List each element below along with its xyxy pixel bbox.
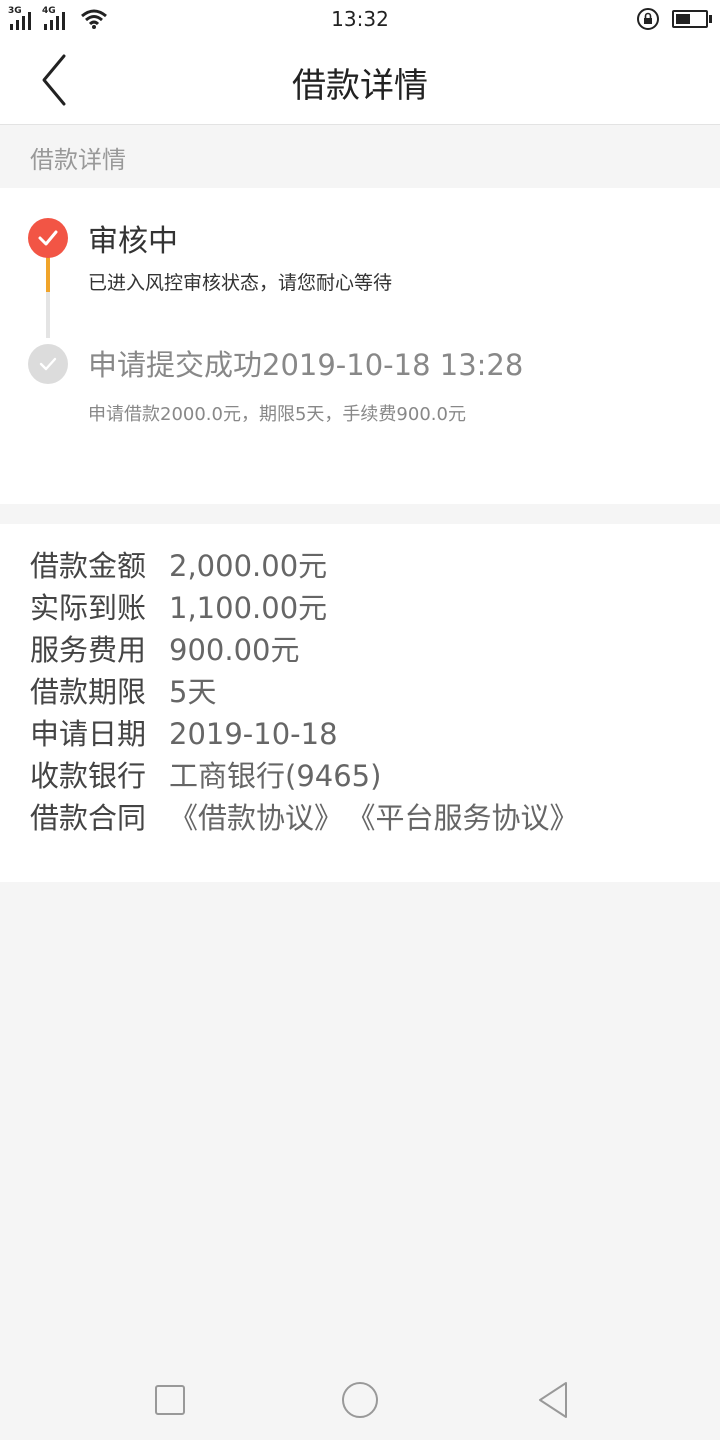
info-label: 收款银行 [30,759,147,793]
step-desc-reviewing: 已进入风控审核状态，请您耐心等待 [88,272,393,294]
info-value: 900.00元 [169,633,300,667]
info-row-received: 实际到账 1,100.00元 [30,590,327,626]
loan-info-card: 借款金额 2,000.00元 实际到账 1,100.00元 服务费用 900.00元 … [0,524,720,882]
step-desc-submitted: 申请借款2000.0元，期限5天，手续费900.0元 [88,404,466,425]
info-row-loan-amount: 借款金额 2,000.00元 [30,548,327,584]
info-label: 借款合同 [30,801,147,835]
info-label: 服务费用 [30,633,147,667]
loan-agreement-link[interactable]: 《借款协议》 [169,801,343,835]
info-label: 申请日期 [30,717,147,751]
app-header: 借款详情 [0,38,720,125]
info-row-bank: 收款银行 工商银行(9465) [30,758,381,794]
info-row-term: 借款期限 5天 [30,674,216,710]
step-title-reviewing: 审核中 [88,224,178,259]
battery-level [676,14,690,24]
service-agreement-link[interactable]: 《平台服务协议》 [361,801,579,835]
check-circle-icon [28,344,68,384]
section-label: 借款详情 [30,146,126,174]
step-title-submitted: 申请提交成功2019-10-18 13:28 [88,348,524,382]
info-value: 2,000.00元 [169,549,328,583]
timeline-line-active [46,256,50,292]
info-row-apply-date: 申请日期 2019-10-18 [30,716,338,752]
system-nav-bar [0,1360,720,1440]
square-icon[interactable] [154,1380,186,1420]
circle-icon[interactable] [341,1380,379,1420]
triangle-back-icon[interactable] [536,1380,570,1420]
status-timeline: 审核中 已进入风控审核状态，请您耐心等待 申请提交成功2019-10-18 13… [0,188,720,504]
battery-icon [672,10,712,28]
status-bar: 3G 4G 13:32 [0,0,720,38]
info-label: 实际到账 [30,591,147,625]
rotation-lock-icon [637,8,659,30]
status-time: 13:32 [331,7,389,31]
info-row-service-fee: 服务费用 900.00元 [30,632,299,668]
info-row-contract: 借款合同 《借款协议》 《平台服务协议》 [30,800,597,836]
page-title: 借款详情 [292,66,428,106]
info-label: 借款期限 [30,675,147,709]
info-value: 2019-10-18 [169,717,338,751]
timeline-line [46,292,50,338]
info-value: 5天 [169,675,217,709]
info-value: 工商银行(9465) [169,759,382,793]
info-value: 1,100.00元 [169,591,328,625]
info-label: 借款金额 [30,549,147,583]
check-circle-icon [28,218,68,258]
